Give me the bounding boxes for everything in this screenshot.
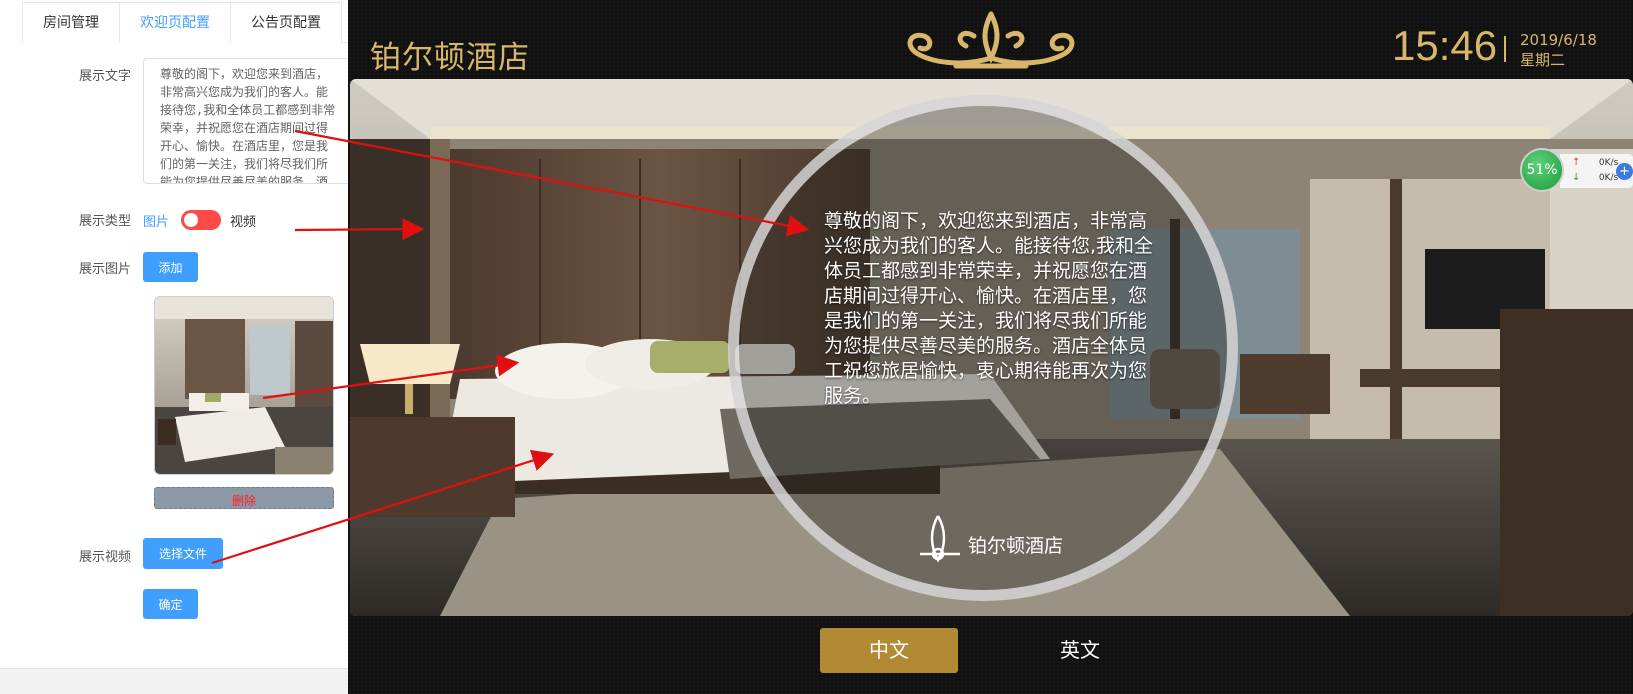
switch-knob bbox=[184, 213, 198, 227]
welcome-screen-preview: 铂尔顿酒店 15:46 2019/6/18 星期二 尊敬的阁下，欢迎您来到酒店，… bbox=[348, 0, 1633, 694]
upload-speed-value: 0K/s bbox=[1598, 158, 1619, 168]
date-block: 2019/6/18 星期二 bbox=[1520, 30, 1597, 70]
memory-percent-circle: 51% bbox=[1520, 148, 1564, 192]
display-type-label: 展示类型 bbox=[78, 214, 131, 229]
download-speed-value: 0K/s bbox=[1598, 173, 1619, 183]
add-image-button[interactable]: 添加 bbox=[143, 252, 198, 282]
lang-english-button[interactable]: 英文 bbox=[1040, 628, 1120, 673]
date-text: 2019/6/18 bbox=[1520, 31, 1597, 49]
download-arrow-icon: ↓ bbox=[1572, 172, 1581, 183]
weekday-text: 星期二 bbox=[1520, 51, 1566, 69]
lang-chinese-button[interactable]: 中文 bbox=[820, 628, 958, 673]
tab-room-management[interactable]: 房间管理 bbox=[22, 2, 120, 43]
display-image-label: 展示图片 bbox=[78, 262, 131, 277]
display-video-label: 展示视频 bbox=[78, 550, 131, 565]
hotel-name: 铂尔顿酒店 bbox=[370, 40, 530, 76]
display-text-label: 展示文字 bbox=[78, 69, 131, 84]
config-tabs: 房间管理 欢迎页配置 公告页配置 bbox=[22, 2, 348, 43]
widget-plus-icon[interactable]: + bbox=[1616, 163, 1633, 180]
tab-welcome-config[interactable]: 欢迎页配置 bbox=[119, 2, 231, 43]
image-thumbnail[interactable] bbox=[154, 296, 334, 475]
admin-panel: 房间管理 欢迎页配置 公告页配置 展示文字 尊敬的阁下，欢迎您来到酒店，非常高兴… bbox=[0, 0, 348, 694]
type-video-option[interactable]: 视频 bbox=[230, 211, 256, 230]
upload-arrow-icon: ↑ bbox=[1572, 157, 1581, 168]
hotel-emblem-icon bbox=[920, 515, 960, 563]
clock-divider bbox=[1504, 36, 1506, 62]
type-image-option[interactable]: 图片 bbox=[143, 211, 169, 230]
welcome-message: 尊敬的阁下，欢迎您来到酒店，非常高兴您成为我们的客人。能接待您,我和全体员工都感… bbox=[824, 210, 1154, 407]
display-text-input[interactable]: 尊敬的阁下，欢迎您来到酒店，非常高兴您成为我们的客人。能接待您,我和全体员工都感… bbox=[143, 58, 348, 184]
admin-footer-bar bbox=[0, 668, 348, 694]
tab-notice-config[interactable]: 公告页配置 bbox=[230, 2, 342, 43]
bedroom-thumbnail-image bbox=[155, 297, 333, 474]
ornament-logo-icon bbox=[907, 11, 1075, 69]
choose-file-button[interactable]: 选择文件 bbox=[143, 538, 223, 569]
scene-logo-text: 铂尔顿酒店 bbox=[968, 535, 1064, 557]
display-type-switch[interactable] bbox=[181, 210, 221, 230]
background-room-image: 尊敬的阁下，欢迎您来到酒店，非常高兴您成为我们的客人。能接待您,我和全体员工都感… bbox=[350, 79, 1633, 616]
delete-image-button[interactable]: 删除 bbox=[154, 487, 334, 509]
confirm-button[interactable]: 确定 bbox=[143, 589, 198, 619]
clock-time: 15:46 bbox=[1392, 22, 1498, 69]
